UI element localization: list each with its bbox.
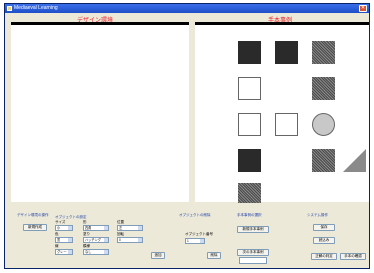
app-icon [7, 6, 12, 11]
size-select[interactable]: 小 [55, 225, 73, 231]
sample-shape-hatched-square [312, 77, 335, 100]
sample-shape-dark-square [238, 149, 261, 172]
sample-shape-hatched-square [312, 41, 335, 64]
window-title: Mediaeval Learning [14, 5, 58, 11]
sample-shape-outline-square [238, 77, 261, 100]
control-area: デザイン環境の操作 新規作成 オブジェクトの設定 サイズ 小 色 黒 線 グレー… [9, 204, 369, 268]
sample-shape-circle [312, 113, 335, 136]
title-bar: Mediaeval Learning ✕ [5, 4, 369, 13]
delete-group-title: オブジェクトの削除 [179, 213, 211, 217]
sample-shape-hatched-square [238, 183, 261, 203]
shape-select[interactable]: 四角 [83, 225, 109, 231]
close-button[interactable]: ✕ [359, 5, 367, 12]
sample-shape-dark-square [275, 41, 298, 64]
sample-shape-dark-square [238, 41, 261, 64]
new-sample-button[interactable]: 新規手本事例 [237, 226, 269, 233]
design-group-title: デザイン環境の操作 [17, 213, 49, 217]
rotation-select[interactable]: 0 [117, 237, 143, 243]
score-button[interactable]: 正解の判定 [311, 253, 337, 260]
sample-shape-outline-square [238, 113, 261, 136]
sample-canvas [195, 22, 369, 203]
sample-shape-triangle [343, 149, 366, 172]
new-design-button[interactable]: 新規作成 [23, 224, 47, 231]
design-canvas[interactable] [11, 22, 189, 202]
object-number-label: オブジェクト番号 [185, 232, 213, 236]
position-select[interactable]: 左 [117, 225, 143, 231]
sample-shape-hatched-square [312, 149, 335, 172]
line-select[interactable]: グレー [55, 249, 73, 255]
pattern-select[interactable]: なし [83, 249, 109, 255]
save-button[interactable]: 保存 [313, 224, 335, 231]
sample-group-title: 手本事例の選択 [237, 213, 262, 217]
object-number-select[interactable]: 1 [185, 238, 205, 244]
next-sample-button[interactable]: 次の手本事例 [237, 249, 269, 256]
load-button[interactable]: 読込み [313, 237, 335, 244]
delete-object-button[interactable]: 削除 [207, 252, 221, 259]
add-object-button[interactable]: 追加 [151, 252, 165, 259]
fill-select[interactable]: ハッチング [83, 237, 109, 243]
system-group-title: システム操作 [307, 213, 328, 217]
app-window: Mediaeval Learning ✕ デザイン環境 手本事例 デザイン環境の… [4, 3, 370, 269]
sample-result-box [239, 257, 267, 264]
sample-shape-outline-square [275, 113, 298, 136]
check-sample-button[interactable]: 手本の確認 [340, 253, 366, 260]
color-select[interactable]: 黒 [55, 237, 73, 243]
